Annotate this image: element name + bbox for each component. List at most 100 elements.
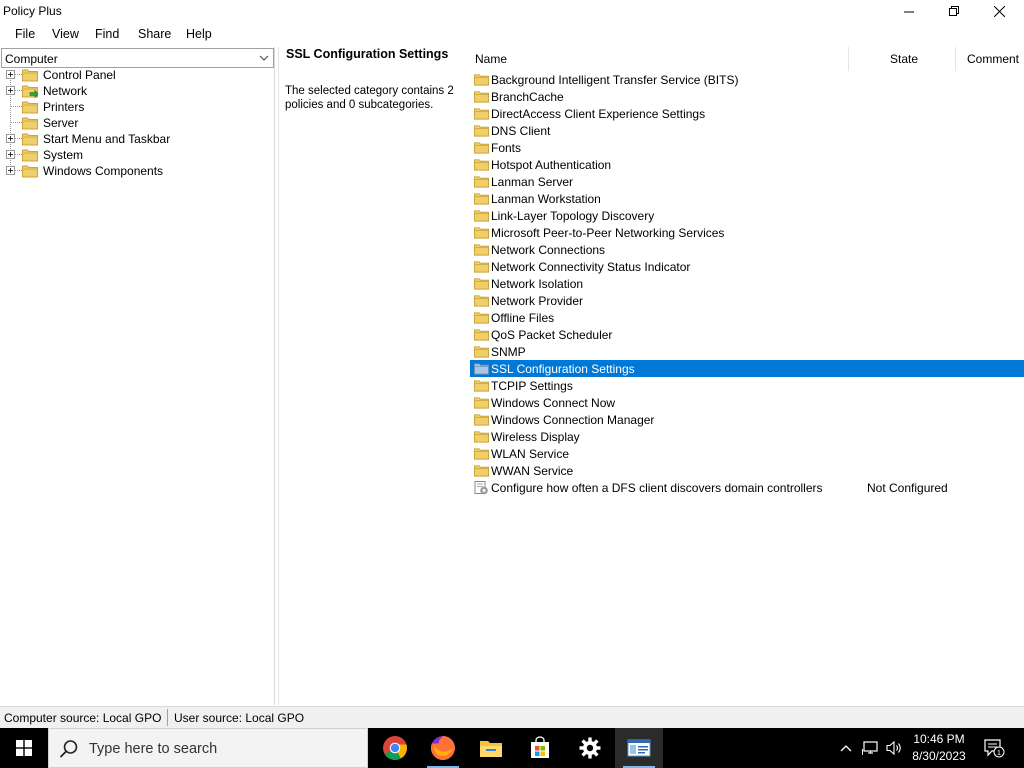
expand-icon[interactable] (6, 86, 15, 95)
row-name: DirectAccess Client Experience Settings (491, 107, 706, 121)
title-bar: Policy Plus (0, 0, 1024, 23)
chrome-taskbar-button[interactable] (371, 728, 419, 768)
folder-icon (474, 260, 489, 273)
tree-item-system[interactable]: System (0, 147, 275, 163)
column-header-state[interactable]: State (890, 52, 918, 66)
category-row[interactable]: Link-Layer Topology Discovery (470, 207, 1024, 224)
folder-icon (474, 311, 489, 324)
tree-item-network[interactable]: Network (0, 83, 275, 99)
category-row[interactable]: BranchCache (470, 88, 1024, 105)
clock-date: 8/30/2023 (912, 749, 966, 763)
volume-icon (886, 740, 901, 756)
menu-view[interactable]: View (52, 27, 79, 41)
category-row[interactable]: Lanman Server (470, 173, 1024, 190)
action-center-button[interactable]: 1 (979, 728, 1009, 768)
category-row[interactable]: WLAN Service (470, 445, 1024, 462)
tree-item-control-panel[interactable]: Control Panel (0, 67, 275, 83)
search-icon (59, 740, 78, 758)
taskbar-search-box[interactable]: Type here to search (48, 728, 368, 768)
row-name: QoS Packet Scheduler (491, 328, 613, 342)
window-title: Policy Plus (3, 4, 62, 18)
clock-time: 10:46 PM (913, 732, 965, 746)
category-row[interactable]: DNS Client (470, 122, 1024, 139)
close-button[interactable] (976, 0, 1022, 23)
chevron-up-icon (840, 745, 852, 752)
tree-item-windows-components[interactable]: Windows Components (0, 163, 275, 179)
expand-icon[interactable] (6, 134, 15, 143)
category-row[interactable]: Hotspot Authentication (470, 156, 1024, 173)
tree-item-label: Windows Components (43, 164, 164, 178)
category-row[interactable]: Offline Files (470, 309, 1024, 326)
category-row[interactable]: Wireless Display (470, 428, 1024, 445)
category-row[interactable]: Lanman Workstation (470, 190, 1024, 207)
folder-icon (474, 277, 489, 290)
row-name: Microsoft Peer-to-Peer Networking Servic… (491, 226, 725, 240)
menu-find[interactable]: Find (95, 27, 119, 41)
row-state: Not Configured (867, 481, 948, 495)
category-row[interactable]: Microsoft Peer-to-Peer Networking Servic… (470, 224, 1024, 241)
category-row[interactable]: Network Isolation (470, 275, 1024, 292)
category-row[interactable]: WWAN Service (470, 462, 1024, 479)
settings-taskbar-button[interactable] (566, 728, 614, 768)
tree-item-printers[interactable]: Printers (0, 99, 275, 115)
row-name: SNMP (491, 345, 526, 359)
category-row[interactable]: Network Connectivity Status Indicator (470, 258, 1024, 275)
category-row[interactable]: Network Connections (470, 241, 1024, 258)
menu-file[interactable]: File (15, 27, 35, 41)
category-row[interactable]: SSL Configuration Settings (470, 360, 1024, 377)
status-divider (167, 709, 168, 726)
category-row[interactable]: Windows Connection Manager (470, 411, 1024, 428)
category-row[interactable]: Background Intelligent Transfer Service … (470, 71, 1024, 88)
store-taskbar-button[interactable] (516, 728, 564, 768)
file-explorer-taskbar-button[interactable] (467, 728, 515, 768)
category-row[interactable]: Network Provider (470, 292, 1024, 309)
policy-source-select[interactable]: Computer (1, 48, 274, 68)
folder-icon (22, 164, 38, 178)
firefox-taskbar-button[interactable] (419, 728, 467, 768)
column-divider[interactable] (848, 47, 849, 71)
column-header-name[interactable]: Name (475, 52, 507, 66)
status-bar: Computer source: Local GPO User source: … (0, 706, 1024, 728)
tree-item-start-menu-and-taskbar[interactable]: Start Menu and Taskbar (0, 131, 275, 147)
row-name: Windows Connect Now (491, 396, 616, 410)
network-tray-button[interactable] (860, 728, 882, 768)
tree-item-server[interactable]: Server (0, 115, 275, 131)
folder-icon (474, 73, 489, 86)
tree-item-label: Printers (43, 100, 85, 114)
tree-connector (10, 122, 22, 123)
category-row[interactable]: DirectAccess Client Experience Settings (470, 105, 1024, 122)
row-name: Background Intelligent Transfer Service … (491, 73, 739, 87)
folder-icon (474, 141, 489, 154)
volume-tray-button[interactable] (884, 728, 906, 768)
row-name: Network Isolation (491, 277, 584, 291)
folder-icon (22, 132, 38, 146)
folder-icon (474, 192, 489, 205)
expand-icon[interactable] (6, 150, 15, 159)
minimize-button[interactable] (886, 0, 932, 23)
category-row[interactable]: QoS Packet Scheduler (470, 326, 1024, 343)
row-name: Network Provider (491, 294, 584, 308)
menu-share[interactable]: Share (138, 27, 171, 41)
category-description: The selected category contains 2 policie… (285, 85, 454, 111)
category-row[interactable]: SNMP (470, 343, 1024, 360)
restore-button[interactable] (931, 0, 977, 23)
category-row[interactable]: Fonts (470, 139, 1024, 156)
policy-plus-taskbar-button[interactable] (615, 728, 663, 768)
expand-icon[interactable] (6, 166, 15, 175)
start-button[interactable] (0, 728, 48, 768)
menu-bar: File View Find Share Help (0, 23, 1024, 46)
row-name: Link-Layer Topology Discovery (491, 209, 655, 223)
expand-icon[interactable] (6, 70, 15, 79)
show-hidden-icons-button[interactable] (836, 728, 856, 768)
menu-help[interactable]: Help (186, 27, 212, 41)
taskbar-clock[interactable]: 10:46 PM 8/30/2023 (905, 731, 973, 765)
category-row[interactable]: TCPIP Settings (470, 377, 1024, 394)
category-row[interactable]: Windows Connect Now (470, 394, 1024, 411)
row-name: BranchCache (491, 90, 564, 104)
folder-icon (474, 464, 489, 477)
column-divider[interactable] (955, 47, 956, 71)
column-header-comment[interactable]: Comment (967, 52, 1019, 66)
policy-row[interactable]: Configure how often a DFS client discove… (470, 479, 1024, 496)
row-name: Network Connectivity Status Indicator (491, 260, 691, 274)
folder-icon (474, 175, 489, 188)
